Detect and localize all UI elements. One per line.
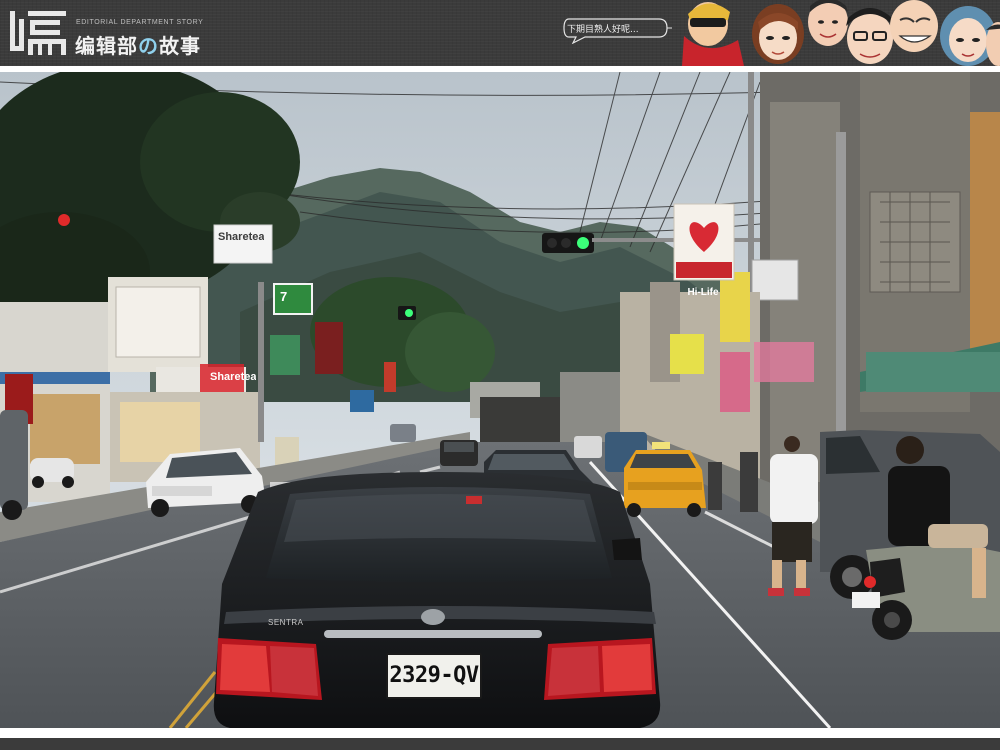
sign-sharetea-top: Sharetea xyxy=(218,231,265,243)
sign-hilife: Hi-Life xyxy=(687,287,719,298)
traffic-light-green xyxy=(577,237,589,249)
footer-bar xyxy=(0,734,1000,750)
street-photo: SENTRA 2329-QV Sharetea Sharetea Hi-Life… xyxy=(0,72,1000,728)
sign-sharetea-shop: Sharetea xyxy=(210,371,257,383)
license-plate: 2329-QV xyxy=(386,653,482,699)
page: EDITORIAL DEPARTMENT STORY 编辑部の故事 下期目熟人好… xyxy=(0,0,1000,750)
logo-title-accent: の xyxy=(138,34,159,58)
logo-title: 编辑部の故事 xyxy=(75,30,201,59)
logo-title-end: 故事 xyxy=(159,34,201,58)
sign-seven-eleven: 7 xyxy=(280,289,288,304)
header-banner: EDITORIAL DEPARTMENT STORY 编辑部の故事 下期目熟人好… xyxy=(0,0,1000,66)
logo-title-main: 编辑部 xyxy=(75,34,138,58)
traffic-light-red xyxy=(58,214,70,226)
cartoon-faces-illustration xyxy=(682,0,1000,66)
cartoon-face-icon xyxy=(682,2,744,66)
logo-icon xyxy=(10,11,66,55)
car-model-badge: SENTRA xyxy=(268,618,304,627)
logo-subtitle: EDITORIAL DEPARTMENT STORY xyxy=(76,19,204,26)
street-scene-illustration xyxy=(0,72,1000,728)
speech-bubble-text: 下期目熟人好呢... xyxy=(567,25,639,35)
